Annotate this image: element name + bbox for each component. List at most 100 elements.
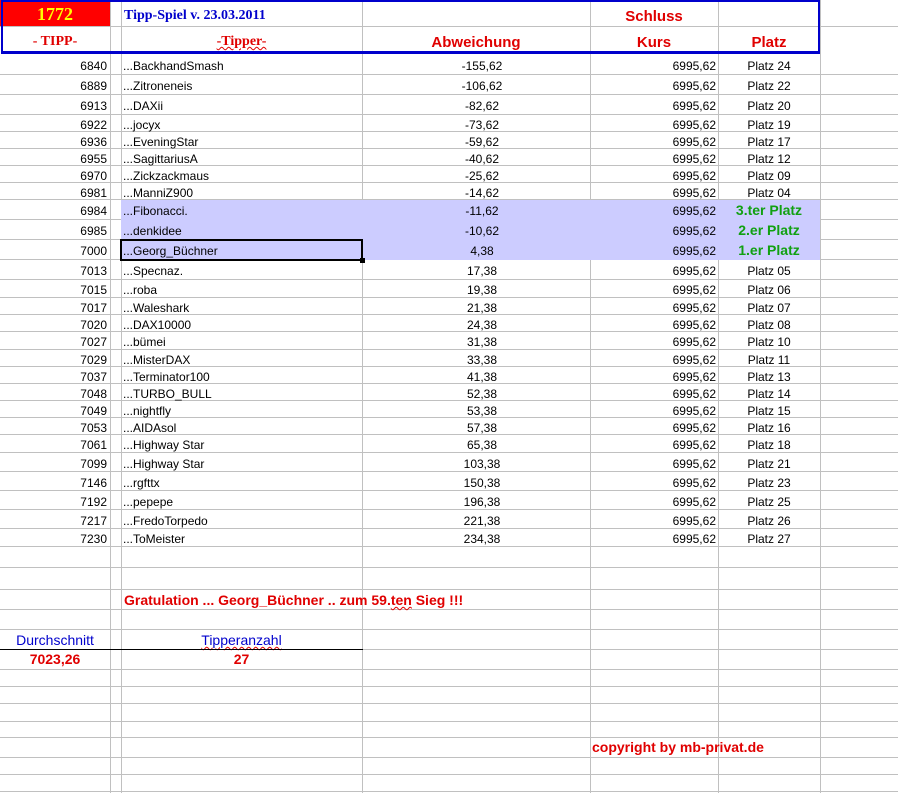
kurs-cell[interactable]: 6995,62 bbox=[590, 80, 716, 92]
kurs-cell[interactable]: 6995,62 bbox=[590, 405, 716, 417]
tipper-cell[interactable]: ...jocyx bbox=[123, 119, 360, 131]
kurs-cell[interactable]: 6995,62 bbox=[590, 477, 716, 489]
abweichung-cell[interactable]: 52,38 bbox=[362, 388, 590, 400]
platz-cell[interactable]: Platz 22 bbox=[718, 80, 820, 92]
tipp-cell[interactable]: 6955 bbox=[0, 153, 107, 165]
tipper-cell[interactable]: ...DAXii bbox=[123, 100, 360, 112]
platz-cell[interactable]: Platz 05 bbox=[718, 265, 820, 277]
kurs-cell[interactable]: 6995,62 bbox=[590, 458, 716, 470]
tipp-cell[interactable]: 6936 bbox=[0, 136, 107, 148]
tipper-cell[interactable]: ...BackhandSmash bbox=[123, 60, 360, 72]
tipper-cell[interactable]: ...Terminator100 bbox=[123, 371, 360, 383]
platz-cell[interactable]: 1.er Platz bbox=[718, 243, 820, 257]
platz-cell[interactable]: Platz 24 bbox=[718, 60, 820, 72]
abweichung-cell[interactable]: 31,38 bbox=[362, 336, 590, 348]
tipp-cell[interactable]: 7192 bbox=[0, 496, 107, 508]
kurs-cell[interactable]: 6995,62 bbox=[590, 336, 716, 348]
tipper-cell[interactable]: ...Fibonacci. bbox=[123, 205, 360, 217]
tipp-cell[interactable]: 7013 bbox=[0, 265, 107, 277]
kurs-cell[interactable]: 6995,62 bbox=[590, 422, 716, 434]
table-row[interactable]: 7013 ...Specnaz. 17,38 6995,62 Platz 05 bbox=[0, 259, 820, 279]
platz-cell[interactable]: Platz 20 bbox=[718, 100, 820, 112]
table-row[interactable]: 6889 ...Zitroneneis -106,62 6995,62 Platz 22 bbox=[0, 74, 820, 94]
platz-cell[interactable]: Platz 16 bbox=[718, 422, 820, 434]
tipper-cell[interactable]: ...nightfly bbox=[123, 405, 360, 417]
platz-cell[interactable]: Platz 17 bbox=[718, 136, 820, 148]
tipp-cell[interactable]: 6981 bbox=[0, 187, 107, 199]
platz-cell[interactable]: Platz 13 bbox=[718, 371, 820, 383]
platz-cell[interactable]: Platz 27 bbox=[718, 533, 820, 545]
table-row[interactable]: 7099 ...Highway Star 103,38 6995,62 Platz 21 bbox=[0, 452, 820, 471]
table-row[interactable]: 6922 ...jocyx -73,62 6995,62 Platz 19 bbox=[0, 114, 820, 131]
kurs-cell[interactable]: 6995,62 bbox=[590, 515, 716, 527]
platz-cell[interactable]: Platz 07 bbox=[718, 302, 820, 314]
tipp-cell[interactable]: 7027 bbox=[0, 336, 107, 348]
table-row[interactable]: 7015 ...roba 19,38 6995,62 Platz 06 bbox=[0, 279, 820, 297]
abweichung-cell[interactable]: 24,38 bbox=[362, 319, 590, 331]
abweichung-cell[interactable]: 234,38 bbox=[362, 533, 590, 545]
kurs-cell[interactable]: 6995,62 bbox=[590, 284, 716, 296]
abweichung-cell[interactable]: 33,38 bbox=[362, 354, 590, 366]
tipp-cell[interactable]: 7000 bbox=[0, 245, 107, 257]
table-row[interactable]: 6936 ...EveningStar -59,62 6995,62 Platz 17 bbox=[0, 131, 820, 148]
tipp-cell[interactable]: 6913 bbox=[0, 100, 107, 112]
tipp-cell[interactable]: 7217 bbox=[0, 515, 107, 527]
kurs-cell[interactable]: 6995,62 bbox=[590, 302, 716, 314]
kurs-cell[interactable]: 6995,62 bbox=[590, 153, 716, 165]
abweichung-cell[interactable]: 57,38 bbox=[362, 422, 590, 434]
table-row[interactable]: 7020 ...DAX10000 24,38 6995,62 Platz 08 bbox=[0, 314, 820, 331]
abweichung-cell[interactable]: -59,62 bbox=[362, 136, 590, 148]
abweichung-cell[interactable]: -10,62 bbox=[362, 225, 590, 237]
platz-cell[interactable]: Platz 21 bbox=[718, 458, 820, 470]
tipp-cell[interactable]: 7049 bbox=[0, 405, 107, 417]
platz-cell[interactable]: Platz 12 bbox=[718, 153, 820, 165]
tipper-cell[interactable]: ...FredoTorpedo bbox=[123, 515, 360, 527]
tipp-cell[interactable]: 7048 bbox=[0, 388, 107, 400]
tipper-cell[interactable]: ...Zickzackmaus bbox=[123, 170, 360, 182]
table-row[interactable]: 6981 ...ManniZ900 -14,62 6995,62 Platz 04 bbox=[0, 182, 820, 199]
table-row[interactable]: 6970 ...Zickzackmaus -25,62 6995,62 Platz 09 bbox=[0, 165, 820, 182]
platz-cell[interactable]: Platz 23 bbox=[718, 477, 820, 489]
abweichung-cell[interactable]: 53,38 bbox=[362, 405, 590, 417]
platz-cell[interactable]: Platz 14 bbox=[718, 388, 820, 400]
platz-cell[interactable]: Platz 19 bbox=[718, 119, 820, 131]
abweichung-cell[interactable]: -106,62 bbox=[362, 80, 590, 92]
table-row[interactable]: 6985 ...denkidee -10,62 6995,62 2.er Platz bbox=[0, 219, 820, 240]
table-row[interactable]: 7053 ...AIDAsol 57,38 6995,62 Platz 16 bbox=[0, 417, 820, 434]
platz-cell[interactable]: Platz 18 bbox=[718, 439, 820, 451]
platz-cell[interactable]: Platz 10 bbox=[718, 336, 820, 348]
platz-cell[interactable]: 3.ter Platz bbox=[718, 203, 820, 217]
table-row[interactable]: 6840 ...BackhandSmash -155,62 6995,62 Platz … bbox=[0, 53, 820, 74]
abweichung-cell[interactable]: 19,38 bbox=[362, 284, 590, 296]
table-row[interactable]: 7049 ...nightfly 53,38 6995,62 Platz 15 bbox=[0, 400, 820, 417]
tipper-cell[interactable]: ...ToMeister bbox=[123, 533, 360, 545]
abweichung-cell[interactable]: 103,38 bbox=[362, 458, 590, 470]
platz-cell[interactable]: 2.er Platz bbox=[718, 223, 820, 237]
platz-cell[interactable]: Platz 08 bbox=[718, 319, 820, 331]
platz-cell[interactable]: Platz 15 bbox=[718, 405, 820, 417]
abweichung-cell[interactable]: 196,38 bbox=[362, 496, 590, 508]
table-row[interactable]: 7217 ...FredoTorpedo 221,38 6995,62 Platz 26 bbox=[0, 509, 820, 528]
tipp-cell[interactable]: 7061 bbox=[0, 439, 107, 451]
tipper-cell[interactable]: ...MisterDAX bbox=[123, 354, 360, 366]
abweichung-cell[interactable]: 150,38 bbox=[362, 477, 590, 489]
tipper-cell[interactable]: ...Highway Star bbox=[123, 439, 360, 451]
table-row[interactable]: 7027 ...bümei 31,38 6995,62 Platz 10 bbox=[0, 331, 820, 349]
kurs-cell[interactable]: 6995,62 bbox=[590, 170, 716, 182]
tipp-cell[interactable]: 7230 bbox=[0, 533, 107, 545]
tipp-cell[interactable]: 6970 bbox=[0, 170, 107, 182]
kurs-cell[interactable]: 6995,62 bbox=[590, 388, 716, 400]
tipper-cell[interactable]: ...Specnaz. bbox=[123, 265, 360, 277]
kurs-cell[interactable]: 6995,62 bbox=[590, 136, 716, 148]
platz-cell[interactable]: Platz 26 bbox=[718, 515, 820, 527]
tipper-cell[interactable]: ...EveningStar bbox=[123, 136, 360, 148]
kurs-cell[interactable]: 6995,62 bbox=[590, 265, 716, 277]
tipp-cell[interactable]: 7015 bbox=[0, 284, 107, 296]
kurs-cell[interactable]: 6995,62 bbox=[590, 187, 716, 199]
kurs-cell[interactable]: 6995,62 bbox=[590, 205, 716, 217]
table-row[interactable]: 6984 ...Fibonacci. -11,62 6995,62 3.ter Plat… bbox=[0, 199, 820, 220]
abweichung-cell[interactable]: -40,62 bbox=[362, 153, 590, 165]
abweichung-cell[interactable]: 41,38 bbox=[362, 371, 590, 383]
kurs-cell[interactable]: 6995,62 bbox=[590, 319, 716, 331]
kurs-cell[interactable]: 6995,62 bbox=[590, 354, 716, 366]
